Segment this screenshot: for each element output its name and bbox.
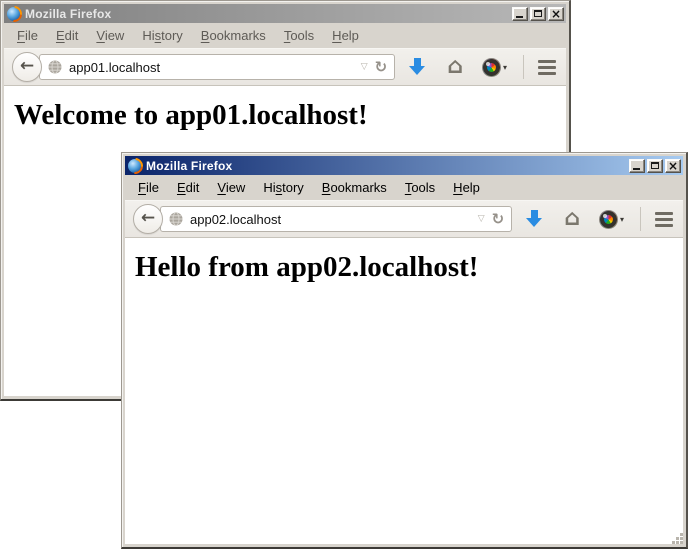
menu-bookmarks[interactable]: Bookmarks	[192, 26, 275, 45]
back-button[interactable]: ←	[12, 52, 42, 82]
navigation-toolbar: ← app02.localhost ▽ ↻ ⌂ ▾	[125, 200, 683, 238]
menu-history[interactable]: History	[133, 26, 191, 45]
chevron-down-icon: ▾	[503, 63, 507, 72]
menu-view[interactable]: View	[208, 178, 254, 197]
url-text[interactable]: app02.localhost	[190, 212, 471, 227]
menu-view[interactable]: View	[87, 26, 133, 45]
minimize-icon	[516, 16, 523, 18]
url-dropdown-icon[interactable]: ▽	[478, 214, 485, 224]
close-button[interactable]: ×	[665, 159, 681, 173]
menu-bookmarks[interactable]: Bookmarks	[313, 178, 396, 197]
url-bar[interactable]: app01.localhost ▽ ↻	[39, 54, 395, 80]
resize-grip[interactable]	[671, 532, 683, 544]
app-menu-button[interactable]	[655, 212, 673, 227]
menu-help[interactable]: Help	[323, 26, 368, 45]
url-dropdown-icon[interactable]: ▽	[361, 62, 368, 72]
menu-help[interactable]: Help	[444, 178, 489, 197]
menu-file[interactable]: File	[8, 26, 47, 45]
menu-tools[interactable]: Tools	[396, 178, 444, 197]
titlebar[interactable]: Mozilla Firefox ×	[4, 4, 566, 23]
minimize-button[interactable]	[512, 7, 528, 21]
window-title: Mozilla Firefox	[146, 159, 629, 173]
download-arrow-icon	[409, 66, 425, 75]
titlebar[interactable]: Mozilla Firefox ×	[125, 156, 683, 175]
maximize-button[interactable]	[647, 159, 663, 173]
navigation-toolbar: ← app01.localhost ▽ ↻ ⌂ ▾	[4, 48, 566, 86]
menu-edit[interactable]: Edit	[47, 26, 87, 45]
maximize-icon	[534, 10, 542, 17]
back-arrow-icon: ←	[20, 58, 34, 75]
menu-edit[interactable]: Edit	[168, 178, 208, 197]
menu-bar: File Edit View History Bookmarks Tools H…	[4, 23, 566, 48]
minimize-icon	[633, 168, 640, 170]
reload-button[interactable]: ↻	[375, 60, 388, 75]
menu-history[interactable]: History	[254, 178, 312, 197]
page-heading: Hello from app02.localhost!	[135, 251, 683, 284]
home-button[interactable]: ⌂	[447, 56, 463, 78]
download-button[interactable]	[409, 58, 426, 76]
page-content: Hello from app02.localhost!	[125, 238, 683, 544]
window-title: Mozilla Firefox	[25, 7, 512, 21]
url-text[interactable]: app01.localhost	[69, 60, 354, 75]
download-button[interactable]	[526, 210, 543, 228]
addon-button[interactable]: ▾	[600, 211, 624, 228]
firefox-icon	[7, 7, 21, 21]
download-arrow-icon	[526, 218, 542, 227]
app-menu-button[interactable]	[538, 60, 556, 75]
back-button[interactable]: ←	[133, 204, 163, 234]
back-arrow-icon: ←	[141, 210, 155, 227]
page-heading: Welcome to app01.localhost!	[14, 99, 566, 132]
maximize-icon	[651, 162, 659, 169]
firefox-window-app02: Mozilla Firefox × File Edit View History…	[121, 152, 688, 549]
addon-button[interactable]: ▾	[483, 59, 507, 76]
minimize-button[interactable]	[629, 159, 645, 173]
chevron-down-icon: ▾	[620, 215, 624, 224]
menu-tools[interactable]: Tools	[275, 26, 323, 45]
toolbar-separator	[640, 207, 641, 231]
toolbar-separator	[523, 55, 524, 79]
close-icon: ×	[551, 9, 561, 19]
globe-icon	[169, 212, 183, 226]
desktop: Mozilla Firefox × File Edit View History…	[0, 0, 688, 551]
addon-lens-icon	[483, 59, 500, 76]
url-bar[interactable]: app02.localhost ▽ ↻	[160, 206, 512, 232]
reload-button[interactable]: ↻	[492, 212, 505, 227]
globe-icon	[48, 60, 62, 74]
firefox-icon	[128, 159, 142, 173]
home-button[interactable]: ⌂	[564, 208, 580, 230]
close-icon: ×	[668, 161, 678, 171]
maximize-button[interactable]	[530, 7, 546, 21]
menu-bar: File Edit View History Bookmarks Tools H…	[125, 175, 683, 200]
addon-lens-icon	[600, 211, 617, 228]
menu-file[interactable]: File	[129, 178, 168, 197]
close-button[interactable]: ×	[548, 7, 564, 21]
